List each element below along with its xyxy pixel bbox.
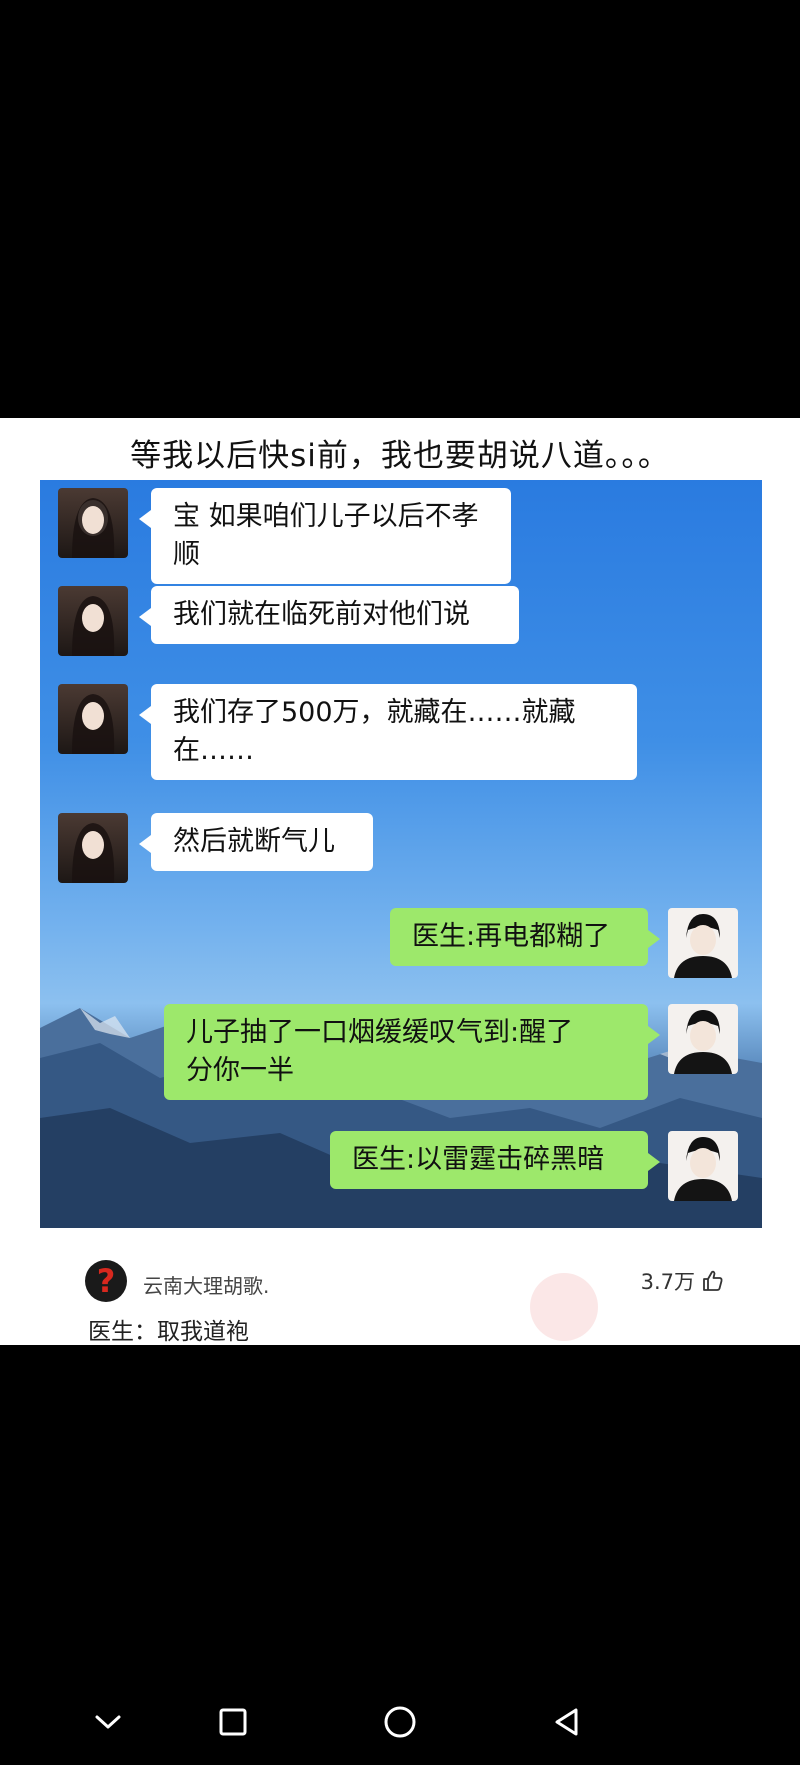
message-text-line: 我们存了500万，就藏在……就藏 [173,697,576,728]
post-card: 等我以后快si前，我也要胡说八道。。。 宝 如果咱们儿子以后不孝顺 我们就在临死… [0,418,800,1345]
avatar-female [58,586,128,656]
commenter-username[interactable]: 云南大理胡歌. [143,1270,269,1299]
message-bubble-right: 儿子抽了一口烟缓缓叹气到:醒了 分你一半 [164,1004,660,1100]
like-count-button[interactable]: 3.7万 [641,1266,725,1296]
message-bubble-left: 宝 如果咱们儿子以后不孝顺 [139,488,511,584]
message-bubble-left: 我们存了500万，就藏在……就藏 在…… [139,684,637,780]
avatar-female [58,684,128,754]
message-bubble-left: 我们就在临死前对他们说 [139,586,519,644]
circle-home-icon[interactable] [378,1700,422,1744]
triangle-back-icon[interactable] [545,1700,589,1744]
top-comment[interactable]: ? 云南大理胡歌. 3.7万 医生：取我道袍 [85,1260,725,1345]
message-text: 宝 如果咱们儿子以后不孝顺 [173,501,479,570]
avatar-male [668,1004,738,1074]
message-text-line: 在…… [173,735,254,766]
message-bubble-left: 然后就断气儿 [139,813,373,871]
square-recents-icon[interactable] [211,1700,255,1744]
thumbs-up-icon [703,1270,723,1291]
message-text-line: 儿子抽了一口烟缓缓叹气到:醒了 [186,1017,574,1048]
comment-text: 医生：取我道袍 [88,1319,249,1345]
avatar-female [58,813,128,883]
commenter-avatar[interactable]: ? [85,1260,127,1302]
message-bubble-right: 医生:以雷霆击碎黑暗 [330,1131,660,1189]
message-text-line: 分你一半 [186,1055,294,1086]
message-text: 医生:以雷霆击碎黑暗 [352,1144,605,1175]
avatar-female [58,488,128,558]
message-text: 我们就在临死前对他们说 [173,599,470,630]
post-caption: 等我以后快si前，我也要胡说八道。。。 [130,438,670,474]
chat-screenshot-image: 宝 如果咱们儿子以后不孝顺 我们就在临死前对他们说 我们存了500万，就藏在……… [40,480,762,1228]
avatar-male [668,908,738,978]
message-text: 然后就断气儿 [173,826,335,857]
message-bubble-right: 医生:再电都糊了 [390,908,660,966]
chevron-down-icon[interactable] [86,1700,130,1744]
like-count: 3.7万 [640,1270,695,1294]
avatar-male [668,1131,738,1201]
message-text: 医生:再电都糊了 [412,921,611,952]
system-navigation-bar [0,1680,800,1765]
